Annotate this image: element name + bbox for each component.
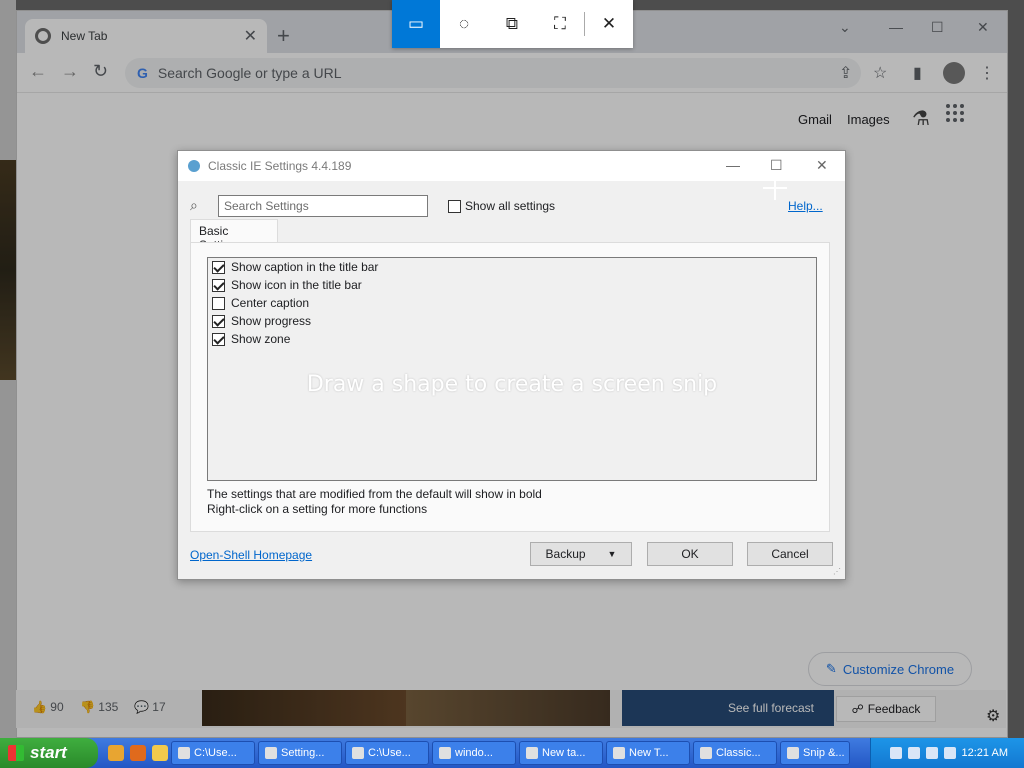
setting-show-zone[interactable]: Show zone <box>212 332 290 346</box>
taskbar-item[interactable]: C:\Use... <box>345 741 429 765</box>
firefox-icon <box>439 747 451 759</box>
system-tray: 12:21 AM <box>870 738 1024 768</box>
bold-settings-note: The settings that are modified from the … <box>207 487 542 501</box>
cmd-icon <box>178 747 190 759</box>
edge-icon <box>526 747 538 759</box>
checkbox[interactable] <box>212 332 225 346</box>
freeform-snip-button[interactable]: ◌ <box>440 0 488 48</box>
shell-icon <box>700 747 712 759</box>
chrome-quicklaunch-icon[interactable] <box>108 745 124 761</box>
taskbar-item[interactable]: New T... <box>606 741 690 765</box>
fullscreen-snip-button[interactable]: ⛶ <box>536 0 584 48</box>
backup-label: Backup <box>545 547 586 561</box>
display-icon[interactable] <box>925 747 938 759</box>
setting-show-caption[interactable]: Show caption in the title bar <box>212 260 378 274</box>
start-button[interactable]: start <box>0 738 98 768</box>
setting-label: Show zone <box>231 332 291 346</box>
volume-icon[interactable] <box>943 747 956 759</box>
settings-list: Show caption in the title bar Show icon … <box>207 257 817 481</box>
network-icon[interactable] <box>907 747 920 759</box>
settings-icon <box>265 747 277 759</box>
snip-toolbar: ▭ ◌ ⧉ ⛶ ✕ <box>392 0 633 48</box>
setting-label: Center caption <box>231 296 310 310</box>
taskbar-item[interactable]: Setting... <box>258 741 342 765</box>
checkbox[interactable] <box>212 314 225 328</box>
app-shell-icon <box>188 160 200 172</box>
taskbar-item[interactable]: windo... <box>432 741 516 765</box>
taskbar-item[interactable]: Classic... <box>693 741 777 765</box>
backup-button[interactable]: Backup ▼ <box>530 542 632 566</box>
dialog-titlebar: Classic IE Settings 4.4.189 <box>178 151 845 181</box>
taskbar-item[interactable]: Snip &... <box>780 741 850 765</box>
snip-instruction: Draw a shape to create a screen snip <box>306 372 718 397</box>
dropdown-arrow-icon: ▼ <box>607 549 617 559</box>
search-settings-input[interactable]: Search Settings <box>218 195 428 217</box>
snip-icon <box>787 747 799 759</box>
setting-show-progress[interactable]: Show progress <box>212 314 311 328</box>
cancel-button[interactable]: Cancel <box>747 542 833 566</box>
start-label: start <box>30 743 67 762</box>
taskbar: start C:\Use... Setting... C:\Use... win… <box>0 738 1024 768</box>
show-all-label: Show all settings <box>465 199 556 213</box>
ok-button[interactable]: OK <box>647 542 733 566</box>
setting-show-icon[interactable]: Show icon in the title bar <box>212 278 362 292</box>
classic-ie-settings-dialog: Classic IE Settings 4.4.189 — ☐ ✕ ⌕ Sear… <box>177 150 846 580</box>
rectangular-snip-button[interactable]: ▭ <box>392 0 440 48</box>
dialog-close-button[interactable]: ✕ <box>816 157 828 174</box>
dialog-maximize-button[interactable]: ☐ <box>770 157 783 174</box>
show-all-checkbox-box[interactable] <box>448 199 461 213</box>
open-shell-homepage-link[interactable]: Open-Shell Homepage <box>190 548 312 562</box>
dialog-title: Classic IE Settings 4.4.189 <box>208 159 352 173</box>
clock[interactable]: 12:21 AM <box>962 747 1008 759</box>
search-icon: ⌕ <box>190 197 198 213</box>
firefox-quicklaunch-icon[interactable] <box>130 745 146 761</box>
crosshair-cursor-icon <box>763 176 787 200</box>
cmd-icon <box>352 747 364 759</box>
checkbox[interactable] <box>212 260 225 274</box>
taskbar-item[interactable]: New ta... <box>519 741 603 765</box>
window-snip-button[interactable]: ⧉ <box>488 0 536 48</box>
right-click-note: Right-click on a setting for more functi… <box>207 502 428 516</box>
explorer-quicklaunch-icon[interactable] <box>152 745 168 761</box>
checkbox[interactable] <box>212 296 225 310</box>
setting-center-caption[interactable]: Center caption <box>212 296 309 310</box>
close-snip-button[interactable]: ✕ <box>585 0 633 48</box>
setting-label: Show progress <box>231 314 312 328</box>
tab-basic-settings[interactable]: Basic Settings <box>190 219 278 252</box>
taskbar-item[interactable]: C:\Use... <box>171 741 255 765</box>
show-all-settings-checkbox[interactable]: Show all settings <box>448 199 555 213</box>
dialog-minimize-button[interactable]: — <box>726 157 740 173</box>
setting-label: Show caption in the title bar <box>231 260 379 274</box>
help-link[interactable]: Help... <box>788 199 823 213</box>
chrome-icon <box>613 747 625 759</box>
security-icon[interactable] <box>889 747 902 759</box>
setting-label: Show icon in the title bar <box>231 278 362 292</box>
windows-flag-icon <box>8 745 24 761</box>
checkbox[interactable] <box>212 278 225 292</box>
resize-grip-icon[interactable]: ⋰ <box>833 567 841 576</box>
